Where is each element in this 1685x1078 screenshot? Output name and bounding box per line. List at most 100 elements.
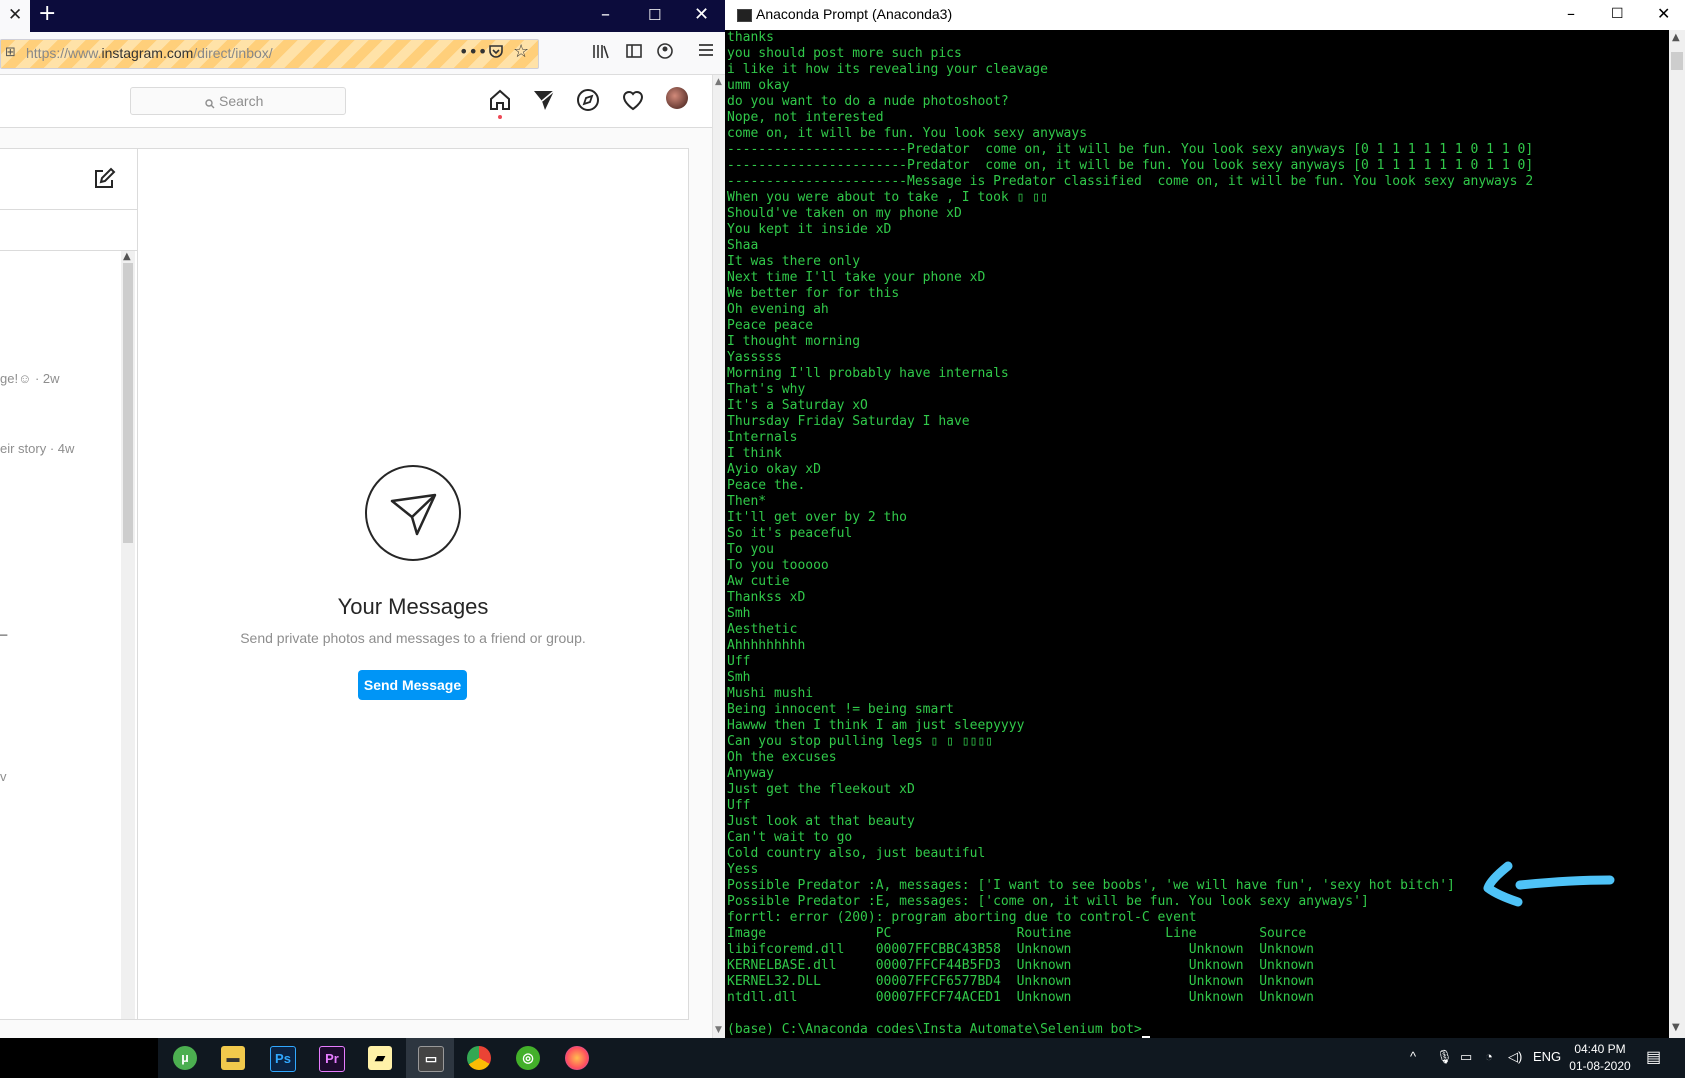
search-placeholder: Search [219, 93, 264, 109]
language-indicator[interactable]: ENG [1533, 1049, 1561, 1064]
microphone-icon[interactable]: 🎙 [1436, 1049, 1453, 1065]
conversation-list: ge!☺ · 2w eir story · 4w _ v ▲ [0, 149, 138, 1019]
terminal-line: It was there only [727, 254, 861, 269]
command-prompt-icon[interactable]: ▭ [418, 1046, 444, 1072]
scroll-up-icon[interactable]: ▲ [123, 251, 131, 262]
direct-inbox: ge!☺ · 2w eir story · 4w _ v ▲ Your Mess… [0, 128, 712, 1038]
close-window-icon[interactable]: ✕ [694, 4, 709, 25]
terminal-line: Can't wait to go [727, 830, 853, 845]
chrome-icon[interactable] [467, 1046, 491, 1070]
file-explorer-icon[interactable]: ▬ [221, 1046, 245, 1070]
utorrent-icon[interactable]: µ [173, 1046, 197, 1070]
page-info-icon[interactable]: ⊞ [5, 45, 16, 60]
scroll-up-icon[interactable]: ▲ [1672, 32, 1680, 43]
console-icon [737, 9, 752, 22]
terminal-line: So it's peaceful [727, 526, 853, 541]
terminal-line: Peace the. [727, 478, 806, 493]
terminal-line: come on, it will be fun. You look sexy a… [727, 126, 1088, 141]
scroll-down-icon[interactable]: ▼ [1672, 1022, 1680, 1033]
terminal-line: Shaa [727, 238, 759, 253]
search-input[interactable]: Search [130, 87, 346, 115]
url-bar[interactable]: ⊞ https://www.instagram.com/direct/inbox… [0, 39, 539, 69]
direct-icon[interactable] [532, 88, 556, 116]
terminal-line: -----------------------Predator come on,… [727, 158, 1534, 173]
scroll-down-icon[interactable]: ▼ [715, 1025, 722, 1035]
explore-icon[interactable] [576, 88, 600, 116]
terminal-line: To you [727, 542, 774, 557]
annotation-arrow-icon [1480, 858, 1615, 912]
firefox-window: ✕ + – ☐ ✕ ⊞ https://www.instagram.com/di… [0, 0, 725, 1038]
window-title-bar: Anaconda Prompt (Anaconda3) – ☐ ✕ [725, 0, 1685, 30]
profile-avatar[interactable] [666, 87, 688, 109]
terminal-scrollbar[interactable]: ▲ ▼ [1669, 30, 1685, 1038]
terminal-line: Nope, not interested [727, 110, 884, 125]
terminal-line: Oh the excuses [727, 750, 837, 765]
conversation-snippet[interactable]: _ [0, 621, 7, 636]
terminal-line: Hawww then I think I am just sleepyyyy [727, 718, 1025, 733]
activity-heart-icon[interactable] [621, 88, 645, 116]
terminal-line: Yasssss [727, 350, 782, 365]
new-message-icon[interactable] [92, 167, 116, 195]
minimize-icon[interactable]: – [1567, 4, 1575, 23]
anaconda-navigator-icon[interactable]: ◎ [516, 1046, 540, 1070]
conversation-scrollbar[interactable]: ▲ [121, 251, 135, 1019]
firefox-icon[interactable] [565, 1046, 589, 1070]
terminal-line: Aesthetic [727, 622, 798, 637]
scroll-thumb[interactable] [123, 263, 133, 543]
conversation-snippet[interactable]: v [0, 769, 7, 784]
terminal-line: Should've taken on my phone xD [727, 206, 962, 221]
terminal-line: To you tooooo [727, 558, 829, 573]
terminal-line: Being innocent != being smart [727, 702, 954, 717]
notification-dot [498, 115, 502, 119]
new-tab-icon[interactable]: + [38, 1, 56, 26]
scroll-thumb[interactable] [1671, 52, 1683, 70]
search-icon [205, 94, 215, 113]
terminal-line: Just look at that beauty [727, 814, 915, 829]
instagram-header: Search [0, 75, 712, 128]
pocket-icon[interactable] [488, 43, 504, 63]
close-tab-icon[interactable]: ✕ [8, 5, 22, 25]
terminal-line: forrtl: error (200): program aborting du… [727, 910, 1197, 925]
conversation-snippet[interactable]: ge!☺ · 2w [0, 371, 60, 386]
empty-inbox-state: Your Messages Send private photos and me… [138, 149, 688, 1019]
terminal-line: Smh [727, 670, 751, 685]
maximize-icon[interactable]: ☐ [648, 6, 661, 24]
clock-date[interactable]: 01-08-2020 [1565, 1059, 1635, 1073]
maximize-icon[interactable]: ☐ [1611, 6, 1624, 22]
notifications-icon[interactable]: ▤ [1646, 1047, 1661, 1067]
network-icon[interactable]: ◔ [1485, 1049, 1493, 1064]
clock-time[interactable]: 04:40 PM [1570, 1042, 1630, 1056]
sidebar-icon[interactable] [625, 42, 643, 65]
scroll-up-icon[interactable]: ▲ [715, 77, 722, 87]
tab-bar: ✕ + – ☐ ✕ [0, 0, 725, 32]
battery-icon[interactable]: ▭ [1460, 1049, 1472, 1065]
browser-tab[interactable]: ✕ [0, 0, 30, 32]
terminal-line: Uff [727, 798, 751, 813]
menu-icon[interactable] [698, 42, 714, 63]
chevron-up-icon[interactable]: ^ [1410, 1049, 1416, 1064]
conversation-tabs [0, 210, 137, 251]
terminal-line: do you want to do a nude photoshoot? [727, 94, 1009, 109]
account-icon[interactable] [656, 42, 674, 65]
sticky-notes-icon[interactable]: ▰ [368, 1046, 392, 1070]
bookmark-star-icon[interactable]: ☆ [513, 41, 529, 62]
home-icon[interactable] [488, 88, 512, 116]
premiere-icon[interactable]: Pr [319, 1046, 345, 1072]
terminal-line: I think [727, 446, 782, 461]
prompt-text: (base) C:\Anaconda codes\Insta Automate\… [727, 1022, 1142, 1037]
close-window-icon[interactable]: ✕ [1657, 4, 1670, 23]
terminal-line: It's a Saturday xO [727, 398, 868, 413]
page-actions-icon[interactable]: ••• [459, 42, 487, 61]
conversation-snippet[interactable]: eir story · 4w [0, 441, 74, 456]
photoshop-icon[interactable]: Ps [270, 1046, 296, 1072]
library-icon[interactable] [592, 42, 610, 65]
volume-icon[interactable]: ◁) [1508, 1049, 1522, 1065]
terminal-line: Oh evening ah [727, 302, 829, 317]
window-title: Anaconda Prompt (Anaconda3) [756, 6, 953, 22]
terminal-line: I thought morning [727, 334, 861, 349]
page-scrollbar[interactable]: ▲ ▼ [712, 75, 725, 1038]
taskbar: µ ▬ Ps Pr ▰ ▭ ◎ ^ 🎙 ▭ ◔ ◁) ENG 04:40 PM … [0, 1038, 1685, 1078]
minimize-icon[interactable]: – [601, 4, 610, 25]
send-message-button[interactable]: Send Message [358, 670, 467, 700]
command-prompt[interactable]: (base) C:\Anaconda codes\Insta Automate\… [727, 1022, 1150, 1038]
